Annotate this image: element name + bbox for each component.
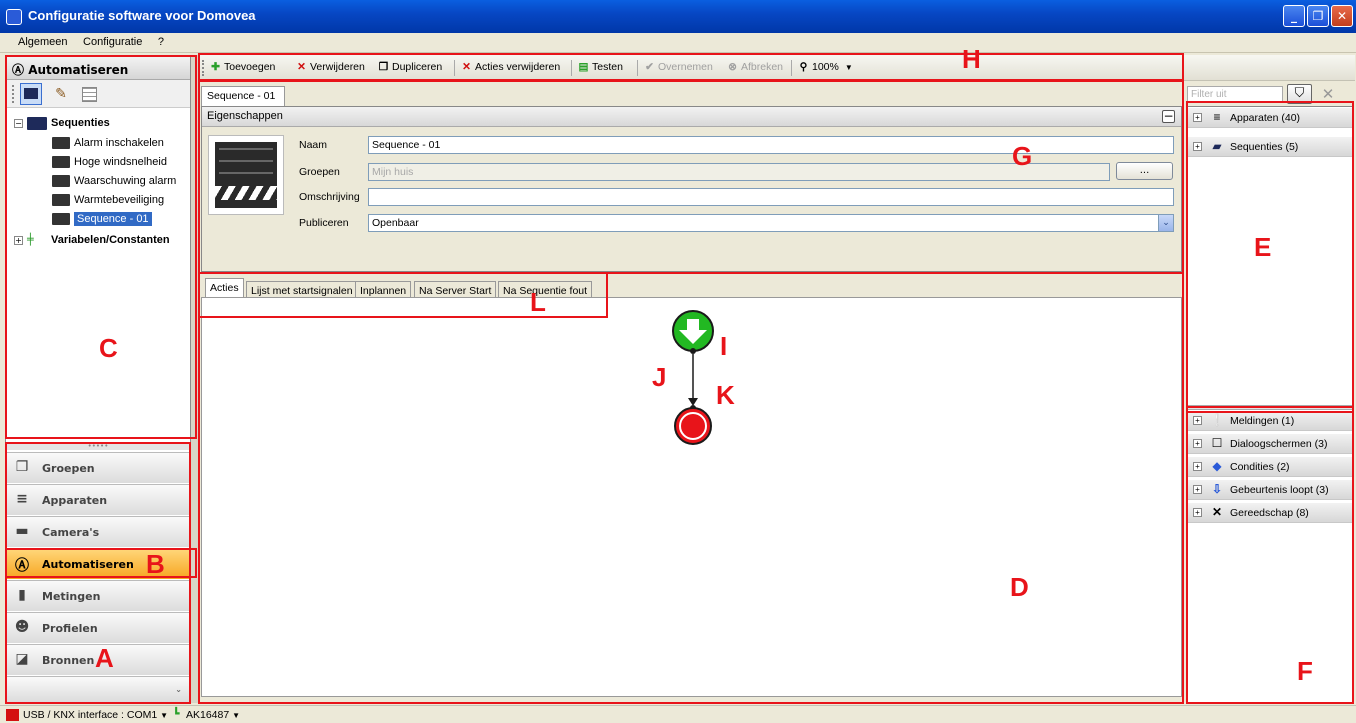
device-label: AK16487 [186, 709, 230, 721]
chevron-down-icon: ▼ [232, 711, 241, 720]
device-icon: ┗ [173, 708, 180, 720]
funnel-icon: ⛉ [1294, 86, 1305, 101]
annotation-label-g: G [1012, 141, 1033, 171]
app-icon [6, 9, 22, 25]
annotation-box-c [5, 55, 197, 439]
annotation-label-a: A [95, 643, 114, 673]
annotation-label-e: E [1254, 232, 1272, 262]
annotation-label-l: L [530, 287, 546, 317]
menu-bar: Algemeen Configuratie ? [0, 33, 1356, 53]
interface-label: USB / KNX interface : COM1 [23, 709, 158, 721]
menu-configuratie[interactable]: Configuratie [77, 33, 148, 48]
annotation-box-h [198, 53, 1184, 81]
annotation-label-c: C [99, 333, 118, 363]
annotation-label-h: H [962, 44, 981, 74]
annotation-box-f [1186, 406, 1354, 704]
annotation-label-d: D [1010, 572, 1029, 602]
maximize-button[interactable]: ❐ [1307, 5, 1329, 27]
annotation-label-k: K [716, 380, 735, 410]
close-button[interactable]: ✕ [1331, 5, 1353, 27]
menu-algemeen[interactable]: Algemeen [12, 33, 74, 48]
minimize-button[interactable]: _ [1283, 5, 1305, 27]
annotation-box-d [198, 272, 1184, 704]
window-title: Configuratie software voor Domovea [28, 8, 256, 23]
title-bar: Configuratie software voor Domovea _ ❐ ✕ [0, 0, 1356, 33]
chevron-down-icon: ▼ [160, 711, 169, 720]
annotation-box-g [198, 80, 1184, 274]
annotation-label-b: B [146, 549, 165, 579]
annotation-label-f: F [1297, 656, 1313, 686]
annotation-box-b [5, 548, 197, 578]
interface-icon [6, 709, 19, 721]
interface-status[interactable]: USB / KNX interface : COM1 ▼ [23, 709, 168, 721]
menu-help[interactable]: ? [152, 33, 170, 48]
status-bar: USB / KNX interface : COM1 ▼ ┗ AK16487 ▼ [0, 705, 1356, 723]
device-status[interactable]: AK16487 ▼ [186, 709, 240, 721]
annotation-label-j: J [652, 362, 667, 392]
annotation-label-i: I [720, 331, 728, 361]
annotation-box-l [198, 272, 608, 318]
